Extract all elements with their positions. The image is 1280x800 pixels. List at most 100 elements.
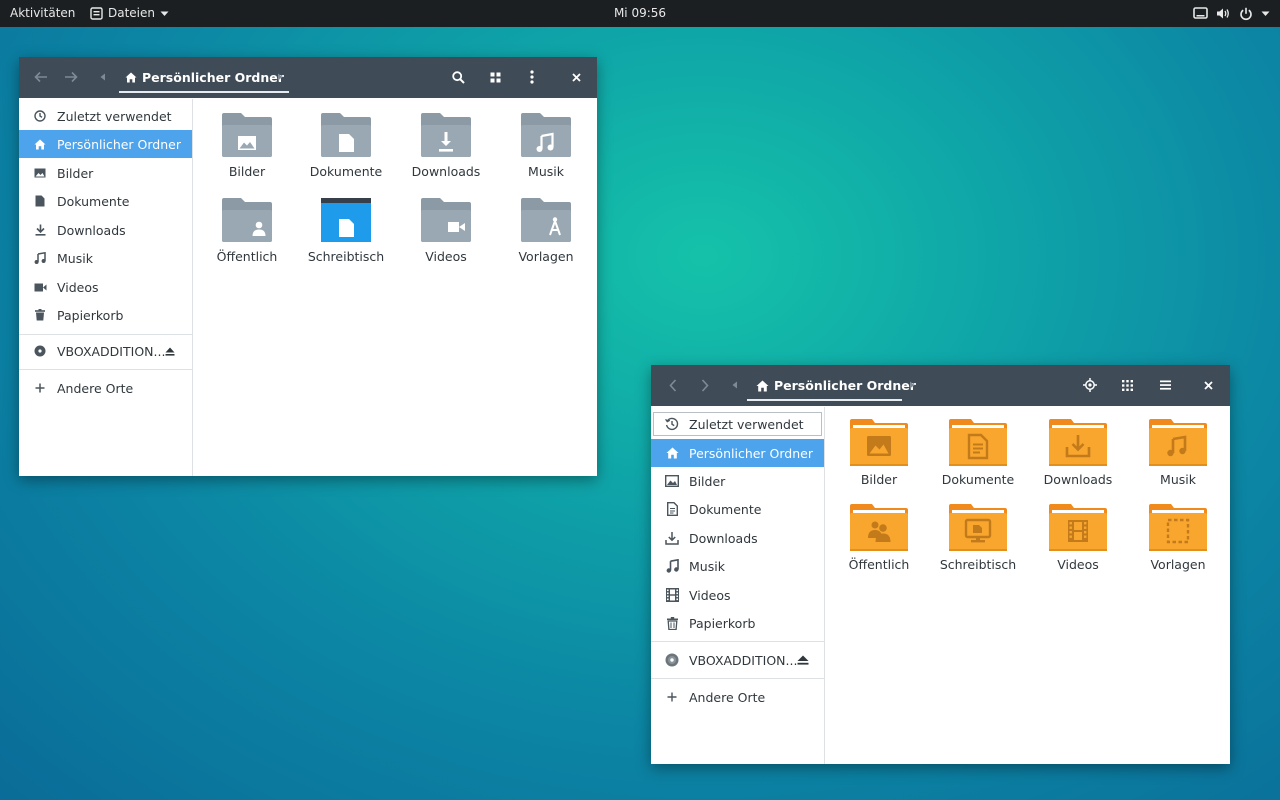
path-scroll-left-button[interactable] xyxy=(97,69,109,85)
sidebar-item-label: Zuletzt verwendet xyxy=(689,416,804,432)
forward-button[interactable] xyxy=(691,373,719,397)
folder-item[interactable]: Schreibtisch xyxy=(298,197,394,264)
kebab-menu-icon xyxy=(530,70,534,84)
sidebar-item-documents[interactable]: Dokumente xyxy=(19,187,192,215)
close-button[interactable] xyxy=(562,65,590,89)
sidebar-item-videos[interactable]: Videos xyxy=(651,581,824,609)
download-icon xyxy=(31,221,49,239)
path-underline xyxy=(119,91,289,93)
sidebar-item-home[interactable]: Persönlicher Ordner xyxy=(651,439,824,467)
screen-icon xyxy=(1193,7,1208,20)
folder-item[interactable]: Öffentlich xyxy=(199,197,295,264)
menu-button[interactable] xyxy=(518,65,546,89)
folder-item[interactable]: Öffentlich xyxy=(831,504,927,572)
chevron-down-icon xyxy=(160,11,169,17)
location-button[interactable] xyxy=(1076,373,1104,397)
sidebar-item-home[interactable]: Persönlicher Ordner xyxy=(19,130,192,158)
forward-button[interactable] xyxy=(57,65,85,89)
folder-item[interactable]: Vorlagen xyxy=(498,197,594,264)
sidebar-item-downloads[interactable]: Downloads xyxy=(651,524,824,552)
folder-item[interactable]: Videos xyxy=(398,197,494,264)
sidebar-item-pictures[interactable]: Bilder xyxy=(651,467,824,495)
folder-videos-icon xyxy=(421,198,471,242)
chevron-left-icon xyxy=(669,378,677,392)
path-bar-home[interactable]: Persönlicher Ordner xyxy=(125,69,284,86)
folder-label: Vorlagen xyxy=(518,249,574,264)
path-scroll-left-button[interactable] xyxy=(729,377,741,393)
path-scroll-right-button[interactable] xyxy=(274,69,286,85)
back-button[interactable] xyxy=(27,65,55,89)
trash-icon xyxy=(663,614,681,632)
sidebar-item-other-locations[interactable]: Andere Orte xyxy=(651,683,824,711)
folder-desktop-icon xyxy=(321,198,371,242)
video-camera-icon xyxy=(31,278,49,296)
sidebar-item-recent[interactable]: Zuletzt verwendet xyxy=(653,412,822,436)
folder-label: Videos xyxy=(425,249,467,264)
view-toggle-button[interactable] xyxy=(1113,373,1141,397)
sidebar-separator xyxy=(651,641,824,642)
folder-item[interactable]: Videos xyxy=(1030,504,1126,572)
sidebar-item-music[interactable]: Musik xyxy=(19,244,192,272)
sidebar-item-trash[interactable]: Papierkorb xyxy=(651,609,824,637)
download-icon xyxy=(663,529,681,547)
system-status-menu[interactable] xyxy=(1193,0,1270,27)
optical-disc-icon xyxy=(663,651,681,669)
sidebar-item-label: Dokumente xyxy=(689,501,762,517)
folder-item[interactable]: Bilder xyxy=(831,419,927,487)
clock[interactable]: Mi 09:56 xyxy=(614,6,666,20)
folder-item[interactable]: Vorlagen xyxy=(1130,504,1226,572)
folder-item[interactable]: Dokumente xyxy=(930,419,1026,487)
path-underline xyxy=(747,399,902,401)
folder-item[interactable]: Downloads xyxy=(1030,419,1126,487)
home-icon xyxy=(125,72,137,83)
sidebar-item-trash[interactable]: Papierkorb xyxy=(19,301,192,329)
folder-item[interactable]: Musik xyxy=(498,112,594,179)
folder-label: Musik xyxy=(1160,472,1196,487)
optical-disc-icon xyxy=(31,342,49,360)
path-scroll-right-button[interactable] xyxy=(906,377,918,393)
folder-item[interactable]: Dokumente xyxy=(298,112,394,179)
document-icon xyxy=(31,192,49,210)
sidebar-item-label: Musik xyxy=(689,558,725,574)
folder-item[interactable]: Schreibtisch xyxy=(930,504,1026,572)
path-bar-home[interactable]: Persönlicher Ordner xyxy=(756,377,916,394)
folder-item[interactable]: Downloads xyxy=(398,112,494,179)
folder-label: Musik xyxy=(528,164,564,179)
sidebar-item-recent[interactable]: Zuletzt verwendet xyxy=(19,102,192,130)
triangle-left-icon xyxy=(732,381,737,389)
sidebar-item-pictures[interactable]: Bilder xyxy=(19,159,192,187)
app-menu-button[interactable]: Dateien xyxy=(90,0,169,27)
eject-icon xyxy=(165,347,175,356)
folder-label: Bilder xyxy=(228,164,266,179)
eject-button[interactable] xyxy=(162,343,178,359)
sidebar-item-label: Papierkorb xyxy=(689,615,756,631)
sidebar-item-videos[interactable]: Videos xyxy=(19,273,192,301)
sidebar-item-label: Zuletzt verwendet xyxy=(57,108,172,124)
back-button[interactable] xyxy=(659,373,687,397)
grid-dots-icon xyxy=(1121,379,1133,391)
search-button[interactable] xyxy=(444,65,472,89)
arrow-left-icon xyxy=(34,71,47,83)
sidebar-item-label: VBOXADDITION... xyxy=(689,652,798,668)
grid-icon xyxy=(490,72,500,82)
folder-item[interactable]: Bilder xyxy=(199,112,295,179)
chevron-down-icon xyxy=(1261,11,1270,17)
folder-public-icon xyxy=(850,504,908,551)
sidebar-item-music[interactable]: Musik xyxy=(651,552,824,580)
activities-button[interactable]: Aktivitäten xyxy=(10,0,75,27)
folder-item[interactable]: Musik xyxy=(1130,419,1226,487)
sidebar-item-label: Downloads xyxy=(689,530,758,546)
sidebar-item-downloads[interactable]: Downloads xyxy=(19,216,192,244)
sidebar-item-other-locations[interactable]: Andere Orte xyxy=(19,374,192,402)
sidebar-item-documents[interactable]: Dokumente xyxy=(651,495,824,523)
film-strip-icon xyxy=(663,586,681,604)
view-toggle-button[interactable] xyxy=(481,65,509,89)
menu-button[interactable] xyxy=(1151,373,1179,397)
eject-button[interactable] xyxy=(794,652,812,668)
close-button[interactable] xyxy=(1194,373,1222,397)
triangle-left-icon xyxy=(100,73,105,81)
home-icon xyxy=(663,444,681,462)
sidebar-item-label: Videos xyxy=(57,279,99,295)
sidebar-item-label: Persönlicher Ordner xyxy=(57,136,181,152)
sidebar-separator xyxy=(19,369,192,370)
